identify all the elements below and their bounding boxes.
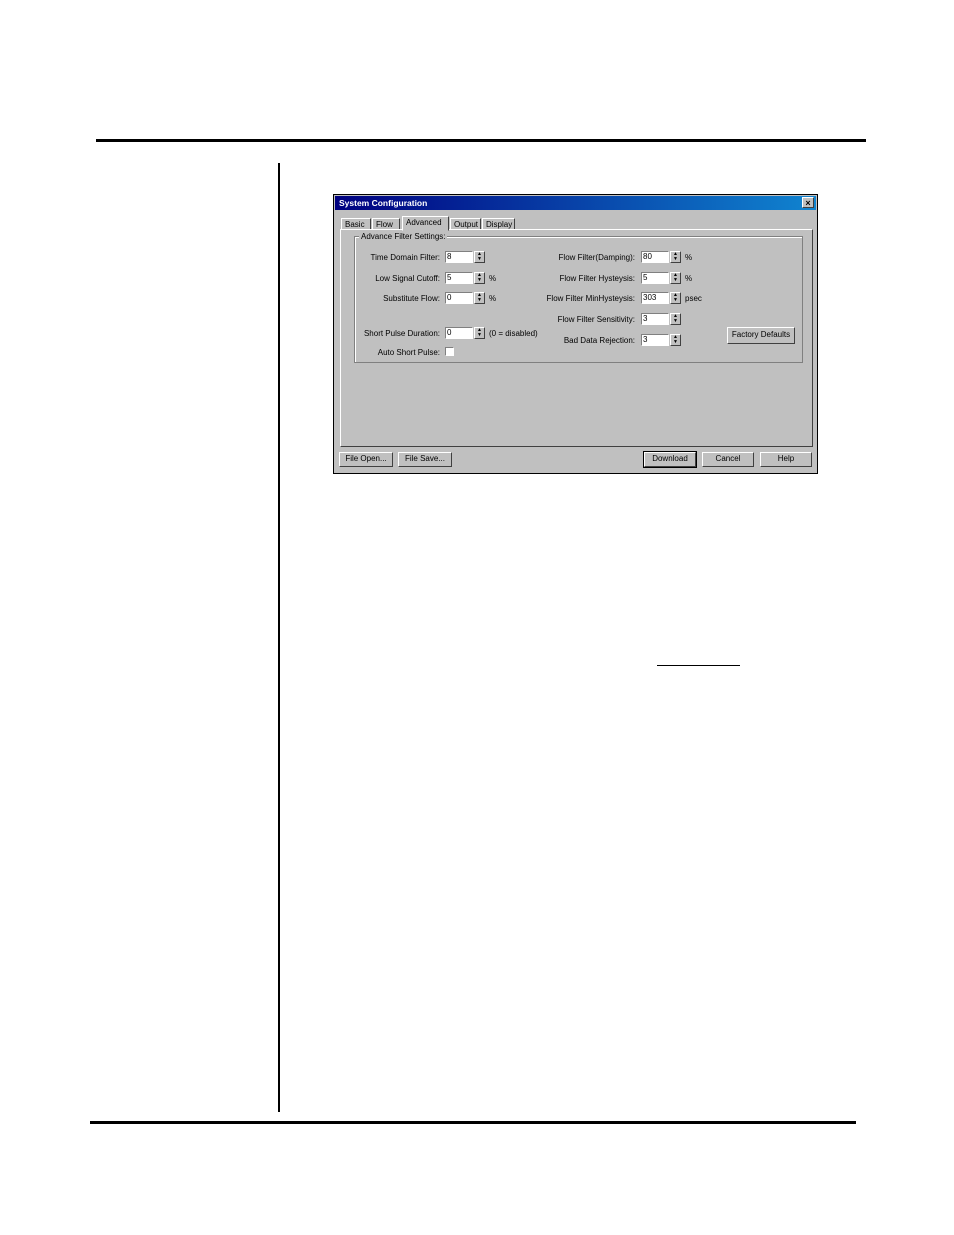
low-signal-cutoff-label: Low Signal Cutoff: [375,274,440,283]
flow-filter-min-hysteresis-spinner[interactable]: ▲ ▼ [670,292,681,304]
dialog-titlebar[interactable]: System Configuration × [335,196,816,210]
bad-data-rejection-spinner[interactable]: ▲ ▼ [670,334,681,346]
flow-filter-sensitivity-input[interactable]: 3 [641,313,669,325]
flow-filter-hysteresis-unit: % [685,274,693,283]
flow-filter-damping-input[interactable]: 80 [641,251,669,263]
cancel-button[interactable]: Cancel [702,452,754,467]
flow-filter-min-hysteresis-label: Flow Filter MinHysteysis: [546,294,635,303]
file-open-button[interactable]: File Open... [339,452,393,467]
flow-filter-damping-spinner[interactable]: ▲ ▼ [670,251,681,263]
short-pulse-duration-note: (0 = disabled) [489,329,538,338]
advanced-tab-panel: Advance Filter Settings: Time Domain Fil… [340,229,813,447]
substitute-flow-input[interactable]: 0 [445,292,473,304]
bad-data-rejection-label: Bad Data Rejection: [563,336,635,345]
dialog-title: System Configuration [339,198,428,208]
factory-defaults-button[interactable]: Factory Defaults [727,327,795,344]
auto-short-pulse-checkbox[interactable] [445,347,454,356]
short-pulse-duration-input[interactable]: 0 [445,327,473,339]
download-button[interactable]: Download [643,451,697,468]
system-configuration-dialog: System Configuration × Basic Flow Advanc… [333,194,818,474]
time-domain-filter-label: Time Domain Filter: [370,253,441,262]
substitute-flow-spinner[interactable]: ▲ ▼ [474,292,485,304]
short-pulse-duration-spinner[interactable]: ▲ ▼ [474,327,485,339]
group-label: Advance Filter Settings: [359,232,448,241]
flow-filter-hysteresis-label: Flow Filter Hysteysis: [559,274,635,283]
bad-data-rejection-input[interactable]: 3 [641,334,669,346]
flow-filter-damping-unit: % [685,253,693,262]
tab-advanced[interactable]: Advanced [402,216,449,231]
auto-short-pulse-label: Auto Short Pulse: [377,348,440,357]
low-signal-cutoff-unit: % [489,274,497,283]
flow-filter-hysteresis-input[interactable]: 5 [641,272,669,284]
flow-filter-min-hysteresis-input[interactable]: 303 [641,292,669,304]
short-pulse-duration-label: Short Pulse Duration: [363,329,440,338]
time-domain-filter-input[interactable]: 8 [445,251,473,263]
flow-filter-hysteresis-spinner[interactable]: ▲ ▼ [670,272,681,284]
flow-filter-min-hysteresis-unit: psec [685,294,702,303]
flow-filter-sensitivity-spinner[interactable]: ▲ ▼ [670,313,681,325]
substitute-flow-label: Substitute Flow: [383,294,440,303]
substitute-flow-unit: % [489,294,497,303]
margin-vertical-rule [278,163,280,1112]
low-signal-cutoff-spinner[interactable]: ▲ ▼ [474,272,485,284]
text-underline-mark [657,665,740,666]
file-save-button[interactable]: File Save... [398,452,452,467]
time-domain-filter-spinner[interactable]: ▲ ▼ [474,251,485,263]
bottom-rule [90,1121,856,1124]
flow-filter-damping-label: Flow Filter(Damping): [558,253,635,262]
top-rule [96,139,866,142]
close-icon[interactable]: × [802,197,814,208]
flow-filter-sensitivity-label: Flow Filter Sensitivity: [557,315,635,324]
help-button[interactable]: Help [760,452,812,467]
low-signal-cutoff-input[interactable]: 5 [445,272,473,284]
